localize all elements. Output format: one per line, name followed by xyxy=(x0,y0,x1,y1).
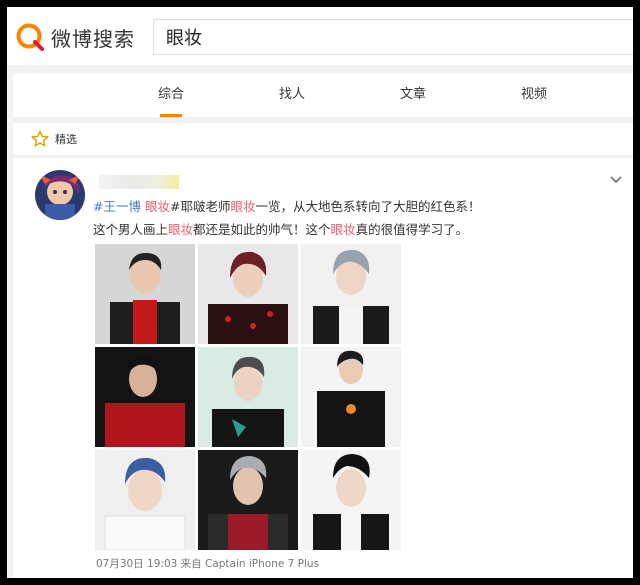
post-meta: 07月30日 19:03 来自 Captain iPhone 7 Plus xyxy=(96,558,320,570)
photo-thumbnail-6[interactable] xyxy=(301,347,401,447)
topic-text: #耶啵老师 xyxy=(169,199,231,214)
keyword-highlight: 眼妆 xyxy=(140,199,170,214)
tab-articles[interactable]: 文章 xyxy=(400,73,426,117)
tab-comprehensive[interactable]: 综合 xyxy=(158,73,184,117)
avatar[interactable] xyxy=(35,170,85,220)
post-text-line-1: #王一博 眼妆#耶啵老师眼妆一览，从大地色系转向了大胆的红色系！ xyxy=(93,196,480,215)
keyword-highlight: 眼妆 xyxy=(230,199,256,214)
topic-hashtag[interactable]: #王一博 xyxy=(93,199,141,214)
logo-text: 微博搜索 xyxy=(51,26,135,51)
featured-filter[interactable]: 精选 xyxy=(13,123,633,156)
post-text: 都还是如此的帅气！这个 xyxy=(193,222,331,237)
photo-thumbnail-5[interactable] xyxy=(198,347,298,447)
header: 微博搜索 xyxy=(7,7,633,65)
search-box[interactable] xyxy=(153,19,633,55)
chevron-down-icon[interactable] xyxy=(609,175,623,185)
featured-label: 精选 xyxy=(55,133,77,146)
post-text-line-2: 这个男人画上眼妆都还是如此的帅气！这个眼妆真的很值得学习了。 xyxy=(93,219,468,238)
search-input[interactable] xyxy=(154,20,633,54)
weibo-search-page: 微博搜索 综合 找人 文章 视频 精选 xyxy=(7,7,633,578)
username-redacted[interactable] xyxy=(99,175,179,189)
post-text: 这个男人画上 xyxy=(93,222,169,237)
post-text: 一览，从大地色系转向了大胆的红色系！ xyxy=(255,199,481,214)
avatar-image xyxy=(35,170,85,220)
photo-thumbnail-8[interactable] xyxy=(198,450,298,550)
tab-people[interactable]: 找人 xyxy=(279,73,305,117)
photo-thumbnail-4[interactable] xyxy=(95,347,195,447)
photo-thumbnail-1[interactable] xyxy=(95,244,195,344)
keyword-highlight: 眼妆 xyxy=(330,222,356,237)
weibo-search-logo[interactable]: 微博搜索 xyxy=(15,21,135,53)
tab-videos[interactable]: 视频 xyxy=(521,73,547,117)
photo-thumbnail-7[interactable] xyxy=(95,450,195,550)
photo-thumbnail-2[interactable] xyxy=(198,244,298,344)
photo-thumbnail-9[interactable] xyxy=(301,450,401,550)
keyword-highlight: 眼妆 xyxy=(168,222,194,237)
tab-bar: 综合 找人 文章 视频 xyxy=(13,73,633,117)
post-card: #王一博 眼妆#耶啵老师眼妆一览，从大地色系转向了大胆的红色系！ 这个男人画上眼… xyxy=(13,158,633,578)
photo-thumbnail-3[interactable] xyxy=(301,244,401,344)
photo-grid xyxy=(95,244,401,550)
star-icon xyxy=(31,130,49,147)
search-q-icon xyxy=(16,23,44,51)
post-text: 真的很值得学习了。 xyxy=(355,222,469,237)
